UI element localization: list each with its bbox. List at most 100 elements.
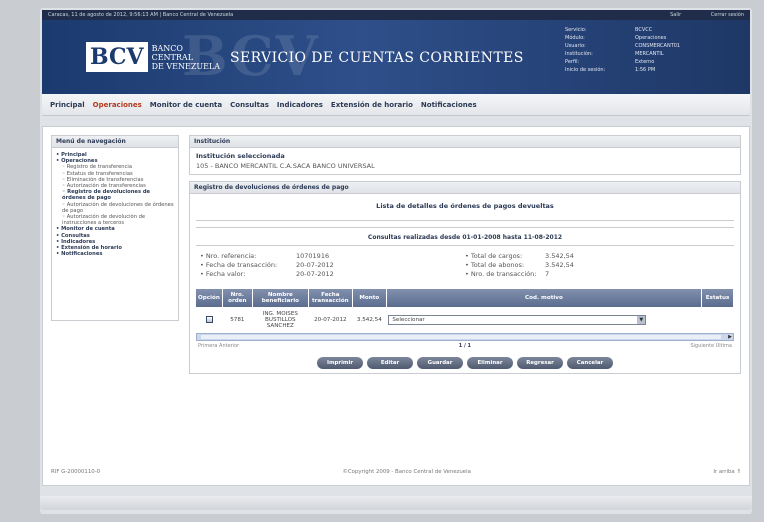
logo-line: DE VENEZUELA xyxy=(151,61,221,71)
sidebar-title: Menú de navegación xyxy=(52,136,178,148)
session-key: Servicio: xyxy=(565,27,587,33)
content-area: Menú de navegación Principal Operaciones… xyxy=(42,126,750,486)
date-info: Caracas, 11 de agosto de 2012, 9:56:13 A… xyxy=(48,12,234,18)
col-header-fecha[interactable]: Fecha transacción xyxy=(308,289,353,307)
query-range: Consultas realizadas desde 01-01-2008 ha… xyxy=(196,227,734,246)
cell-beneficiario: ING. MOISES BUSTILLOS SANCHEZ xyxy=(262,311,298,329)
option-checkbox-icon[interactable] xyxy=(205,315,213,323)
footer: RIF G-20000110-0 ©Copyright 2009 - Banco… xyxy=(51,463,741,475)
sidebar-item-autorizacion-devoluciones[interactable]: Autorización de devoluciones de órdenes … xyxy=(56,202,174,214)
summary-key: Fecha valor: xyxy=(200,270,296,279)
registry-subtitle: Lista de detalles de órdenes de pagos de… xyxy=(196,198,734,221)
sidebar: Menú de navegación Principal Operaciones… xyxy=(51,135,179,321)
summary-key: Nro. de transacción: xyxy=(465,270,545,279)
sidebar-menu: Principal Operaciones Registro de transf… xyxy=(52,148,178,261)
summary-value: 20-07-2012 xyxy=(296,261,334,269)
cell-monto: 3.542,54 xyxy=(356,317,382,323)
registry-title: Registro de devoluciones de órdenes de p… xyxy=(190,182,740,194)
institution-title: Institución xyxy=(190,136,740,148)
footer-rif: RIF G-20000110-0 xyxy=(51,469,101,475)
pager-prev[interactable]: Primera Anterior xyxy=(198,343,239,349)
institution-label: Institución seleccionada xyxy=(196,152,285,160)
session-key: Perfil: xyxy=(565,59,580,65)
session-info: Servicio: BCVCC Módulo: Operaciones Usuari… xyxy=(565,26,745,74)
sidebar-item-registro-devoluciones[interactable]: Registro de devoluciones de órdenes de p… xyxy=(56,189,174,201)
registry-box: Registro de devoluciones de órdenes de p… xyxy=(189,181,741,374)
summary-value: 3.542,54 xyxy=(545,261,574,269)
sidebar-item-autorizacion-terceros[interactable]: Autorización de devolución de instruccio… xyxy=(56,214,174,226)
motivo-select-value: Seleccionar xyxy=(392,317,425,323)
nav-monitor[interactable]: Monitor de cuenta xyxy=(150,101,222,109)
edit-button[interactable]: Editar xyxy=(367,357,413,369)
nav-operaciones[interactable]: Operaciones xyxy=(93,101,142,109)
summary-value: 20-07-2012 xyxy=(296,270,334,278)
cell-orden: 5781 xyxy=(230,317,245,323)
session-value: MERCANTIL xyxy=(635,51,664,57)
horizontal-scrollbar[interactable]: ▶ xyxy=(196,333,734,341)
back-button[interactable]: Regresar xyxy=(517,357,563,369)
session-value: BCVCC xyxy=(635,27,653,33)
footer-copyright: ©Copyright 2009 - Banco Central de Venez… xyxy=(342,469,471,475)
col-header-estatus[interactable]: Estatus xyxy=(701,289,734,307)
logo-line: BANCO xyxy=(151,43,183,53)
service-title: SERVICIO DE CUENTAS CORRIENTES xyxy=(230,50,524,66)
session-value: Operaciones xyxy=(635,35,667,41)
main-nav: Principal Operaciones Monitor de cuenta … xyxy=(42,94,750,116)
main-panel: Institución Institución seleccionada 105… xyxy=(189,135,741,380)
col-header-opcion[interactable]: Opción xyxy=(196,289,223,307)
session-value: CONSMERCANT01 xyxy=(635,43,681,49)
save-button[interactable]: Guardar xyxy=(417,357,463,369)
bottom-bar xyxy=(40,496,752,510)
action-buttons: Imprimir Editar Guardar Eliminar Regresa… xyxy=(196,357,734,369)
cell-opcion xyxy=(196,307,222,333)
pager-page: 1 / 1 xyxy=(458,343,471,349)
nav-notificaciones[interactable]: Notificaciones xyxy=(421,101,477,109)
cell-motivo: Seleccionar ▼ xyxy=(386,307,701,333)
chevron-down-icon: ▼ xyxy=(637,316,646,324)
arrow-up-icon: ⇑ xyxy=(736,469,741,475)
scrollbar-thumb[interactable] xyxy=(201,335,721,339)
cell-estatus xyxy=(702,307,734,333)
orders-table: Opción Nro. orden Nombre beneficiario Fe… xyxy=(196,289,734,333)
session-value: 1:56 PM xyxy=(635,67,656,73)
nav-extension[interactable]: Extensión de horario xyxy=(331,101,413,109)
table-row: 5781 ING. MOISES BUSTILLOS SANCHEZ 20-07… xyxy=(196,307,734,333)
pager: Primera Anterior 1 / 1 Siguiente Última xyxy=(196,341,734,351)
summary: Nro. referencia:10701916 Fecha de transa… xyxy=(196,250,734,281)
logo-line: CENTRAL xyxy=(151,52,194,62)
summary-key: Fecha de transacción: xyxy=(200,261,296,270)
top-bar: Caracas, 11 de agosto de 2012, 9:56:13 A… xyxy=(42,10,750,20)
session-value: Externo xyxy=(635,59,655,65)
nav-consultas[interactable]: Consultas xyxy=(230,101,269,109)
institution-value: 105 - BANCO MERCANTIL C.A.SACA BANCO UNI… xyxy=(196,162,375,170)
col-header-motivo[interactable]: Cod. motivo xyxy=(386,289,703,307)
delete-button[interactable]: Eliminar xyxy=(467,357,513,369)
site-header: BCV BCV BANCO CENTRAL DE VENEZUELA SERVI… xyxy=(42,20,750,94)
pager-next[interactable]: Siguiente Última xyxy=(690,343,732,349)
summary-key: Total de cargos: xyxy=(465,252,545,261)
back-to-top-link[interactable]: Ir arriba ⇑ xyxy=(713,469,741,475)
nav-principal[interactable]: Principal xyxy=(50,101,85,109)
print-button[interactable]: Imprimir xyxy=(317,357,363,369)
bcv-logo[interactable]: BCV BANCO CENTRAL DE VENEZUELA xyxy=(86,42,220,72)
summary-value: 3.542,54 xyxy=(545,252,574,260)
summary-value: 10701916 xyxy=(296,252,330,260)
motivo-select[interactable]: Seleccionar ▼ xyxy=(388,315,647,325)
session-key: Usuario: xyxy=(565,43,586,49)
logout-link[interactable]: Salir xyxy=(670,12,681,18)
session-key: Módulo: xyxy=(565,35,585,41)
col-header-orden[interactable]: Nro. orden xyxy=(222,289,253,307)
close-session-link[interactable]: Cerrar sesión xyxy=(711,12,744,18)
col-header-monto[interactable]: Monto xyxy=(352,289,387,307)
summary-key: Total de abonos: xyxy=(465,261,545,270)
institution-box: Institución Institución seleccionada 105… xyxy=(189,135,741,175)
scroll-right-icon[interactable]: ▶ xyxy=(728,334,732,340)
sidebar-item-notificaciones[interactable]: Notificaciones xyxy=(56,251,174,257)
back-to-top-label: Ir arriba xyxy=(713,469,735,475)
cancel-button[interactable]: Cancelar xyxy=(567,357,613,369)
logo-abbr: BCV xyxy=(86,42,148,72)
nav-indicadores[interactable]: Indicadores xyxy=(277,101,323,109)
summary-value: 7 xyxy=(545,270,550,278)
session-key: Inicio de sesión: xyxy=(565,67,606,73)
col-header-beneficiario[interactable]: Nombre beneficiario xyxy=(252,289,309,307)
